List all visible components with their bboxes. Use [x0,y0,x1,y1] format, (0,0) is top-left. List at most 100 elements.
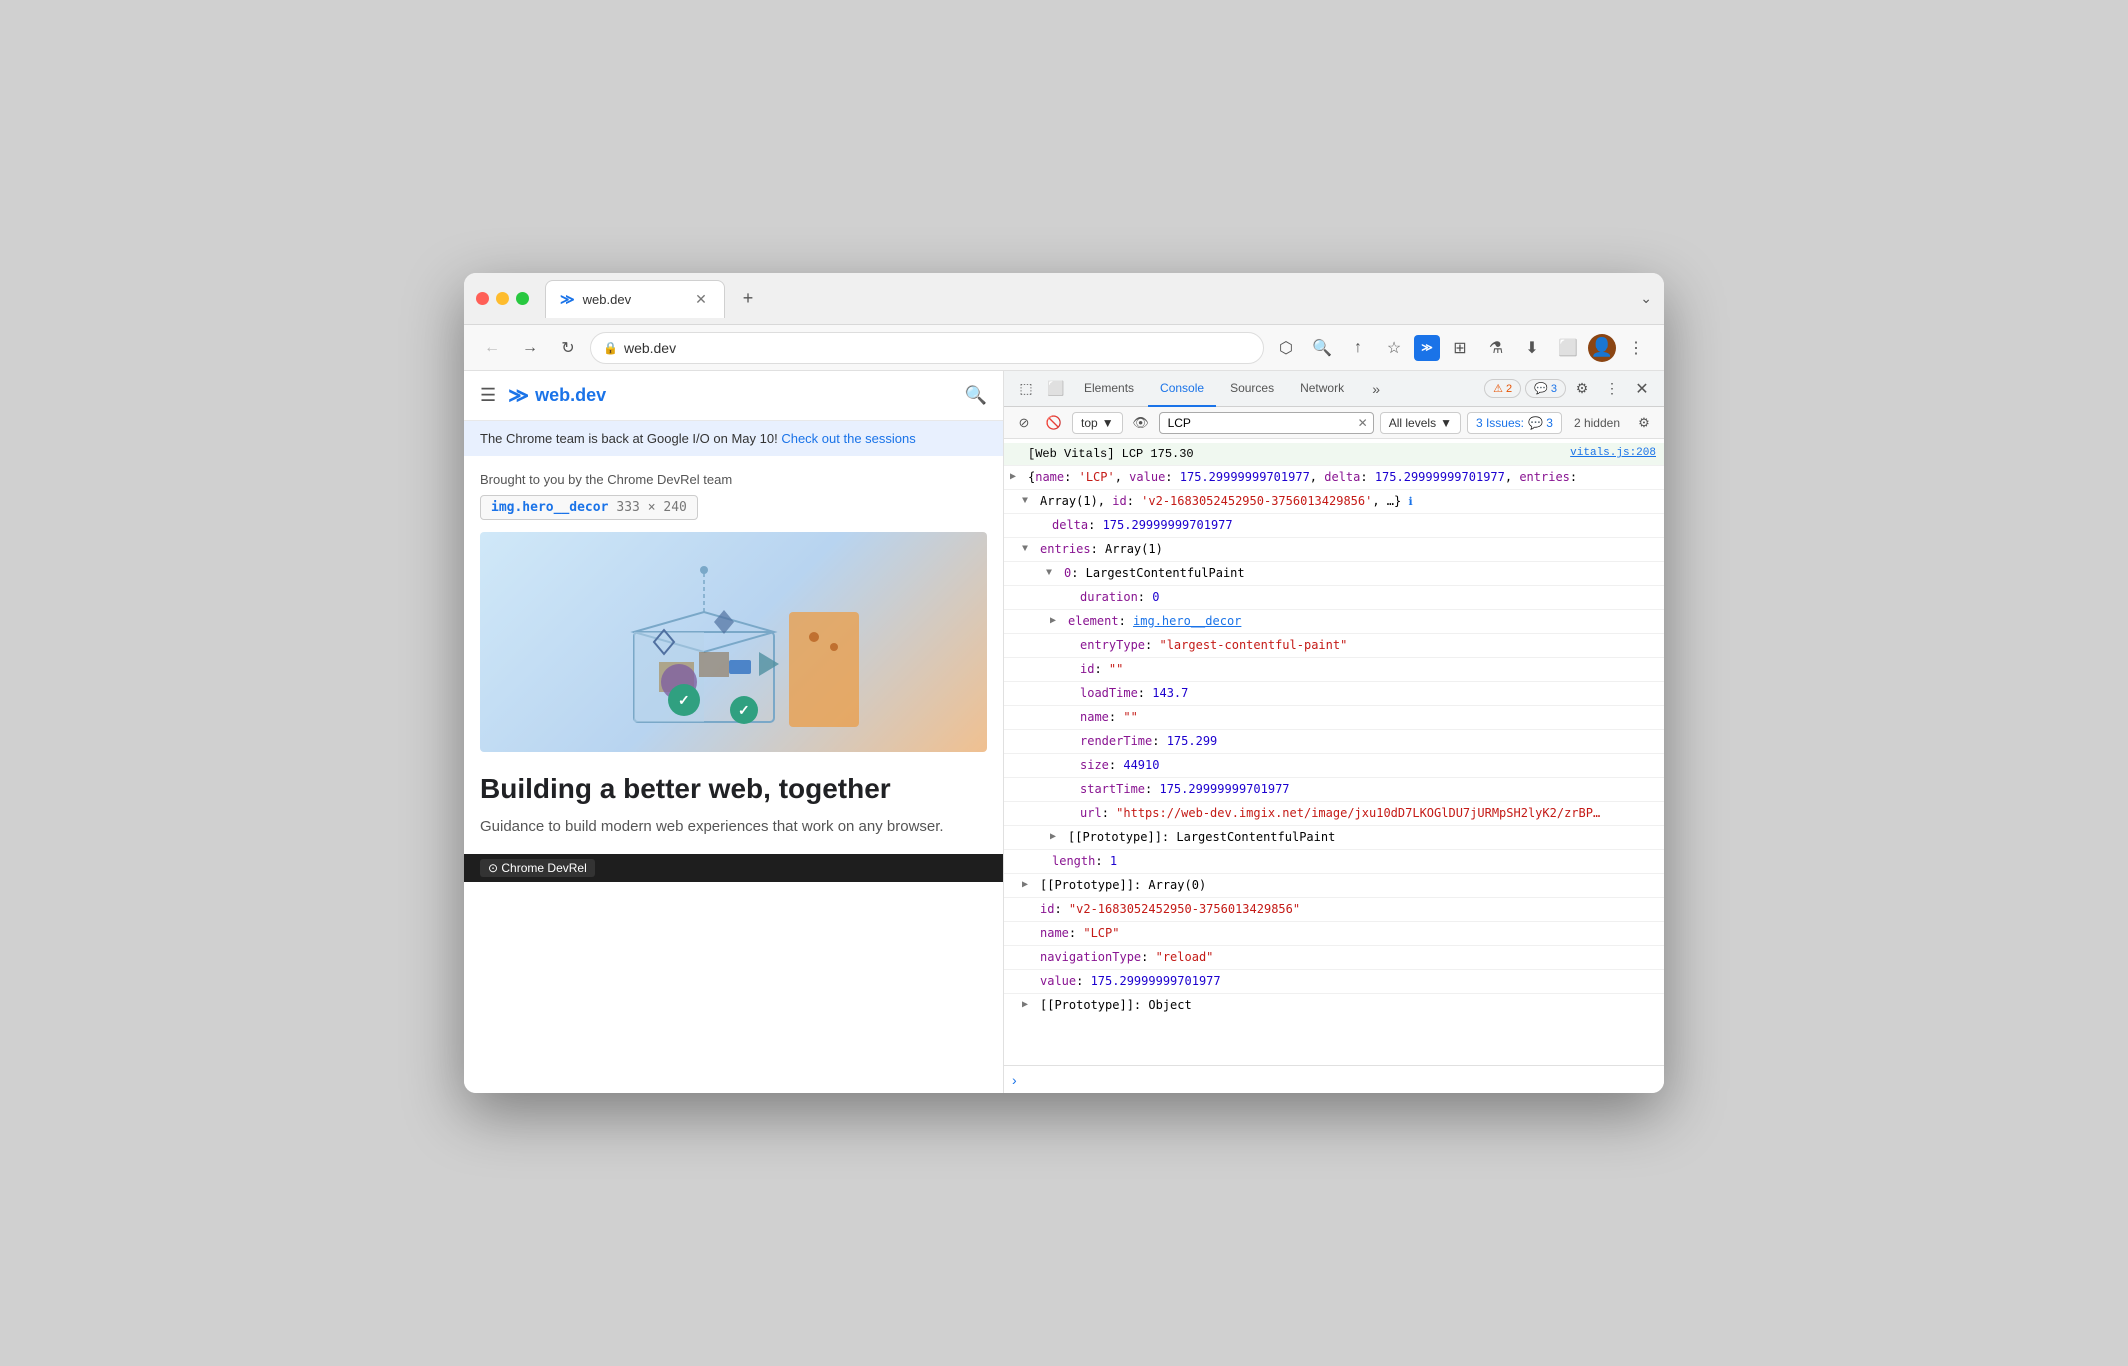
address-bar[interactable]: 🔒 web.dev [590,332,1264,364]
tab-elements[interactable]: Elements [1072,371,1146,407]
new-tab-button[interactable]: + [733,284,763,314]
console-line: ▼ Array(1), id: 'v2-1683052452950-375601… [1004,490,1664,514]
expand-icon[interactable]: ▼ [1022,542,1028,557]
tooltip-dimensions: 333 × 240 [616,500,686,515]
extension-button[interactable]: ≫ [1414,335,1440,361]
console-line: ▶ {name: 'LCP', value: 175.2999999970197… [1004,466,1664,490]
console-filter-input[interactable] [1159,412,1374,434]
sidebar-button[interactable]: ⬜ [1552,332,1584,364]
hamburger-menu-button[interactable]: ☰ [480,385,496,406]
prop-url: url: "https://web-dev.imgix.net/image/jx… [1080,806,1600,820]
site-heading: Building a better web, together [480,772,987,806]
avatar[interactable]: 👤 [1588,334,1616,362]
site-logo-icon: ≫ [508,383,529,408]
prop-id-str: id: "v2-1683052452950-3756013429856" [1040,902,1300,916]
search-button[interactable]: 🔍 [1306,332,1338,364]
context-chevron: ▼ [1102,416,1114,430]
issues-badge[interactable]: 3 Issues: 💬 3 [1467,412,1562,434]
main-content: ☰ ≫ web.dev 🔍 The Chrome team is back at… [464,371,1664,1093]
console-line: ▶ [[Prototype]]: LargestContentfulPaint [1004,826,1664,850]
prop-name: name: "" [1080,710,1138,724]
element-tooltip: img.hero__decor 333 × 240 [480,495,698,520]
chrome-menu-button[interactable]: ⋮ [1620,332,1652,364]
brought-by-text: Brought to you by the Chrome DevRel team [480,472,987,487]
prop-delta: delta: 175.29999999701977 [1052,518,1233,532]
banner-link[interactable]: Check out the sessions [781,431,915,446]
expand-icon[interactable]: ▶ [1050,830,1056,845]
nav-actions: ⬡ 🔍 ↑ ☆ ≫ ⊞ ⚗ ⬇ ⬜ 👤 ⋮ [1270,332,1652,364]
maximize-window-button[interactable] [516,292,529,305]
forward-button[interactable]: → [514,332,546,364]
more-tabs-button[interactable]: » [1362,375,1390,403]
console-line: navigationType: "reload" [1004,946,1664,970]
footer-logo: ⊙ Chrome DevRel [480,859,595,877]
devtools-more-button[interactable]: ⋮ [1598,375,1626,403]
tab-network[interactable]: Network [1288,371,1356,407]
prop-id: id: "" [1080,662,1123,676]
tabs-menu-button[interactable]: ⌄ [1640,290,1652,307]
console-filter-button[interactable]: 🚫 [1042,411,1066,435]
expand-icon[interactable]: ▼ [1046,566,1052,581]
console-line: renderTime: 175.299 [1004,730,1664,754]
device-toolbar-button[interactable]: ⬜ [1042,375,1070,403]
filter-clear-button[interactable]: ✕ [1358,416,1368,430]
browser-tab[interactable]: ≫ web.dev ✕ [545,280,725,318]
svg-text:✓: ✓ [738,702,750,718]
prop-navtype: navigationType: "reload" [1040,950,1213,964]
cast-button[interactable]: ⬡ [1270,332,1302,364]
console-line: id: "v2-1683052452950-3756013429856" [1004,898,1664,922]
expand-icon[interactable]: ▶ [1010,470,1016,485]
entries-header: entries: Array(1) [1040,542,1163,556]
inspect-element-button[interactable]: ⬚ [1012,375,1040,403]
flask-button[interactable]: ⚗ [1480,332,1512,364]
console-line: name: "" [1004,706,1664,730]
console-line: ▼ entries: Array(1) [1004,538,1664,562]
devtools-close-button[interactable]: ✕ [1628,375,1656,403]
minimize-window-button[interactable] [496,292,509,305]
chat-badge[interactable]: 💬 3 [1525,379,1566,398]
prop-size: size: 44910 [1080,758,1159,772]
console-line: startTime: 175.29999999701977 [1004,778,1664,802]
hero-image: ✓ ✓ [480,532,987,752]
console-line: value: 175.29999999701977 [1004,970,1664,994]
hidden-count: 2 hidden [1568,414,1626,432]
live-expressions-button[interactable]: 👁 [1129,411,1153,435]
banner: The Chrome team is back at Google I/O on… [464,421,1003,456]
issues-label: 3 Issues: [1476,416,1524,430]
back-button[interactable]: ← [476,332,508,364]
tab-close-button[interactable]: ✕ [692,290,710,308]
context-selector[interactable]: top ▼ [1072,412,1123,434]
line-source[interactable]: vitals.js:208 [1570,445,1656,462]
console-clear-button[interactable]: ⊘ [1012,411,1036,435]
prop-value: value: 175.29999999701977 [1040,974,1221,988]
share-button[interactable]: ↑ [1342,332,1374,364]
site-search-button[interactable]: 🔍 [965,385,987,406]
devtools-settings-button[interactable]: ⚙ [1568,375,1596,403]
site-logo: ≫ web.dev [508,383,606,408]
download-button[interactable]: ⬇ [1516,332,1548,364]
console-prompt: › [1004,1065,1664,1093]
proto-lcp: [[Prototype]]: LargestContentfulPaint [1068,830,1335,844]
console-line: ▶ [[Prototype]]: Array(0) [1004,874,1664,898]
console-line: ▶ element: img.hero__decor [1004,610,1664,634]
proto-array: [[Prototype]]: Array(0) [1040,878,1206,892]
warning-badge[interactable]: ⚠ 2 [1484,379,1521,398]
tab-console[interactable]: Console [1148,371,1216,407]
expand-icon[interactable]: ▶ [1050,614,1056,629]
close-window-button[interactable] [476,292,489,305]
console-line: size: 44910 [1004,754,1664,778]
expand-icon[interactable]: ▶ [1022,998,1028,1013]
levels-label: All levels [1389,416,1436,430]
expand-icon[interactable]: ▼ [1022,494,1028,509]
prop-starttime: startTime: 175.29999999701977 [1080,782,1290,796]
log-levels-select[interactable]: All levels ▼ [1380,412,1461,434]
address-text: web.dev [624,340,676,356]
reload-button[interactable]: ↻ [552,332,584,364]
expand-icon[interactable]: ▶ [1022,878,1028,893]
issues-settings-button[interactable]: ⚙ [1632,411,1656,435]
hero-illustration: ✓ ✓ [604,552,864,732]
tab-sources[interactable]: Sources [1218,371,1286,407]
console-prompt-input[interactable] [1025,1073,1656,1087]
bookmark-button[interactable]: ☆ [1378,332,1410,364]
extensions-puzzle-button[interactable]: ⊞ [1444,332,1476,364]
